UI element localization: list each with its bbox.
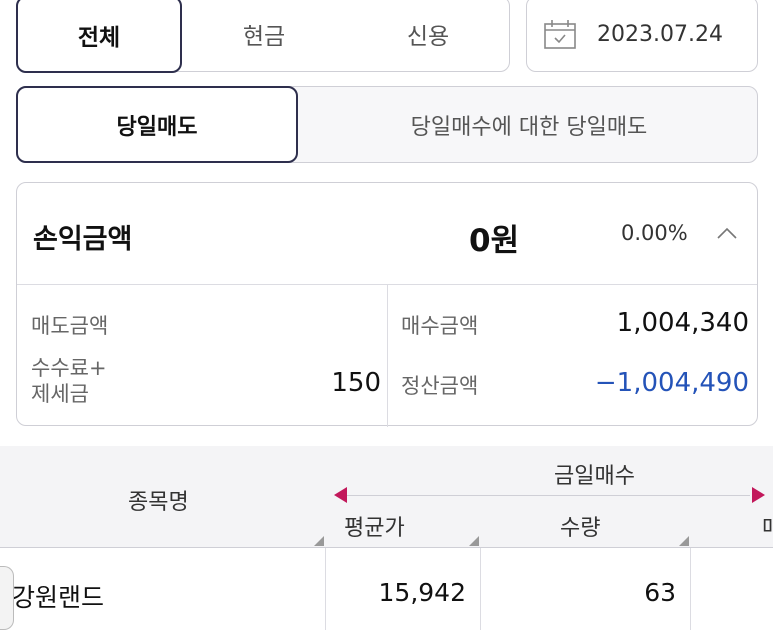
settle-amount-label: 정산금액 bbox=[401, 374, 479, 398]
col-stock-name[interactable]: 종목명 bbox=[128, 484, 189, 516]
col-quantity[interactable]: 수량 bbox=[560, 510, 600, 542]
buy-amount-label: 매수금액 bbox=[401, 314, 479, 338]
cell-divider bbox=[325, 548, 326, 630]
avg-price-value: 15,942 bbox=[378, 578, 466, 607]
tab-same-day-sell[interactable]: 당일매도 bbox=[16, 86, 298, 163]
sell-amount-label: 매도금액 bbox=[31, 314, 109, 338]
sort-corner-icon bbox=[469, 536, 479, 546]
calendar-icon bbox=[544, 20, 576, 49]
stock-name: 강원랜드 bbox=[12, 583, 105, 612]
cell-divider bbox=[690, 548, 691, 630]
profit-loss-header[interactable]: 손익금액 0원 0.00% bbox=[17, 183, 757, 285]
date-value: 2023.07.24 bbox=[597, 21, 723, 47]
group-divider bbox=[338, 495, 750, 496]
profit-loss-amount: 0원 bbox=[469, 223, 520, 259]
fee-label-1: 수수료+ bbox=[31, 356, 107, 380]
table-header: 종목명 금일매수 평균가 수량 매 bbox=[0, 446, 773, 548]
scroll-right-icon[interactable] bbox=[750, 486, 766, 504]
col-avg-price[interactable]: 평균가 bbox=[344, 510, 405, 542]
sort-corner-icon bbox=[679, 536, 689, 546]
sell-type-tabs: 당일매도 당일매수에 대한 당일매도 bbox=[16, 86, 758, 163]
settle-amount-value: −1,004,490 bbox=[594, 368, 749, 398]
date-picker[interactable]: 2023.07.24 bbox=[526, 0, 758, 72]
col-group-today-buy: 금일매수 bbox=[554, 464, 635, 489]
profit-loss-label: 손익금액 bbox=[33, 224, 133, 255]
scroll-left-icon[interactable] bbox=[333, 486, 349, 504]
profit-loss-rate: 0.00% bbox=[621, 221, 688, 245]
profit-loss-card: 손익금액 0원 0.00% 매도금액 수수료+ 제세금 150 매수금액 1,0… bbox=[16, 182, 758, 427]
tab-all[interactable]: 전체 bbox=[16, 0, 182, 73]
fee-label-2: 제세금 bbox=[31, 382, 89, 406]
sort-corner-icon bbox=[314, 536, 324, 546]
col-next-truncated[interactable]: 매 bbox=[762, 510, 773, 542]
tab-cash[interactable]: 현금 bbox=[183, 0, 345, 71]
divider bbox=[387, 285, 388, 427]
table-row[interactable]: 강원랜드 15,942 63 bbox=[0, 548, 773, 630]
fee-value: 150 bbox=[331, 368, 381, 398]
chevron-up-icon[interactable] bbox=[715, 223, 739, 243]
account-type-tabs: 전체 현금 신용 bbox=[16, 0, 511, 73]
side-drawer-handle[interactable] bbox=[0, 566, 14, 630]
tab-credit[interactable]: 신용 bbox=[345, 0, 511, 71]
buy-amount-value: 1,004,340 bbox=[616, 308, 749, 338]
cell-divider bbox=[480, 548, 481, 630]
tab-same-day-sell-of-buy[interactable]: 당일매수에 대한 당일매도 bbox=[299, 87, 759, 162]
quantity-value: 63 bbox=[644, 578, 676, 607]
